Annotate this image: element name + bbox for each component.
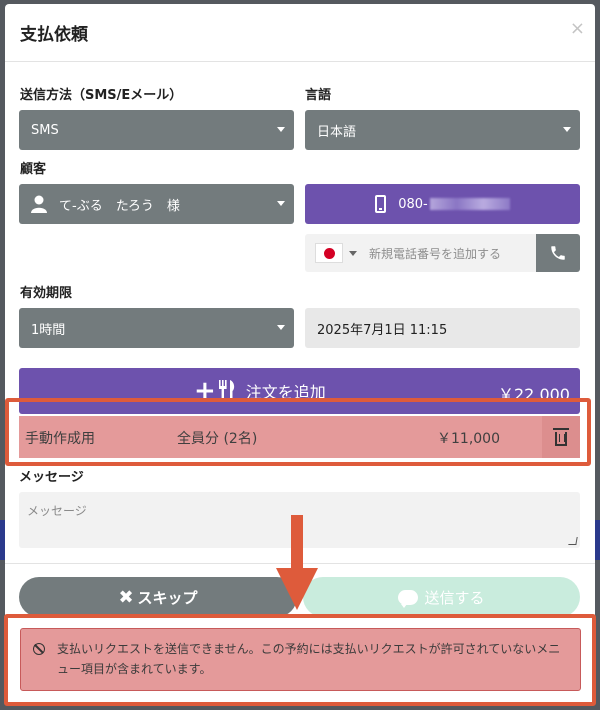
language-select[interactable]: 日本語 (305, 110, 580, 150)
add-phone-button[interactable] (536, 234, 580, 272)
comment-icon (398, 589, 419, 608)
expiry-date-field: 2025年7月1日 11:15 (305, 308, 580, 348)
phone-number: 080- (398, 196, 428, 212)
mobile-phone-icon (375, 195, 387, 213)
customer-select[interactable]: て-ぶる たろう 様 (19, 184, 294, 224)
chevron-down-icon (277, 325, 285, 330)
chevron-down-icon (563, 127, 571, 132)
phone-icon (551, 246, 565, 260)
send-label: 送信する (424, 588, 485, 607)
customer-value: て-ぶる たろう 様 (59, 198, 180, 214)
message-label: メッセージ (19, 470, 84, 485)
phone-number-redacted (429, 198, 510, 210)
send-button[interactable]: 送信する (303, 577, 580, 617)
close-icon: ✖ (118, 586, 134, 608)
resize-handle-icon[interactable] (568, 537, 578, 545)
new-phone-input[interactable]: 新規電話番号を追加する (369, 245, 501, 262)
expiry-value: 1時間 (31, 322, 66, 338)
language-value: 日本語 (317, 124, 357, 140)
skip-label: スキップ (137, 588, 198, 607)
highlight-box-alert (4, 614, 596, 706)
chevron-down-icon[interactable] (349, 250, 357, 256)
annotation-arrow-head (276, 568, 318, 610)
skip-button[interactable]: ✖ スキップ (19, 577, 297, 617)
expiry-label: 有効期限 (20, 286, 73, 301)
modal-header: 支払依頼 × (5, 4, 595, 62)
customer-phone-button[interactable]: 080- (305, 184, 580, 224)
expiry-date: 2025年7月1日 11:15 (317, 322, 448, 338)
send-method-label: 送信方法（SMS/Eメール） (20, 88, 183, 103)
customer-label: 顧客 (20, 162, 47, 177)
expiry-select[interactable]: 1時間 (19, 308, 294, 348)
send-method-value: SMS (31, 122, 59, 138)
highlight-box-order-item (5, 398, 591, 466)
chevron-down-icon (277, 201, 285, 206)
message-placeholder: メッセージ (27, 504, 87, 518)
chevron-down-icon (277, 127, 285, 132)
close-icon[interactable]: × (570, 18, 585, 39)
language-label: 言語 (305, 88, 332, 103)
send-method-select[interactable]: SMS (19, 110, 294, 150)
modal-title: 支払依頼 (20, 25, 88, 45)
annotation-arrow-shaft (291, 515, 303, 573)
add-phone-field: 新規電話番号を追加する (305, 234, 580, 272)
japan-flag-icon[interactable] (315, 243, 343, 263)
user-icon (31, 195, 47, 213)
